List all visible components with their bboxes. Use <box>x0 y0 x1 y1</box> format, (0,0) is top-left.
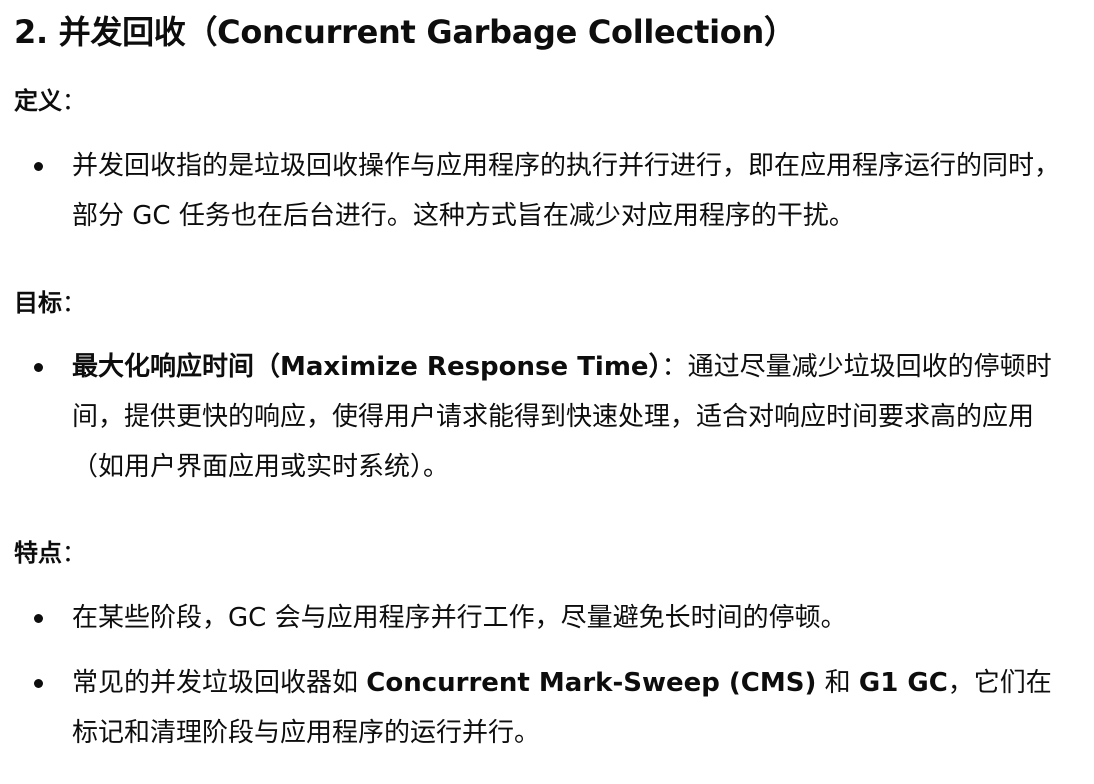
definition-list: 并发回收指的是垃圾回收操作与应用程序的执行并行进行，即在应用程序运行的同时，部分… <box>0 141 1094 241</box>
section-heading: 2. 并发回收（Concurrent Garbage Collection） <box>14 13 796 51</box>
feature-text-1: 在某些阶段，GC 会与应用程序并行工作，尽量避免长时间的停顿。 <box>72 603 847 633</box>
feature-g1-term: G1 GC <box>858 668 948 698</box>
definition-label: 定义： <box>14 83 86 119</box>
features-list: 在某些阶段，GC 会与应用程序并行工作，尽量避免长时间的停顿。 常见的并发垃圾回… <box>0 593 1094 758</box>
bullet-icon <box>34 679 43 688</box>
definition-text: 并发回收指的是垃圾回收操作与应用程序的执行并行进行，即在应用程序运行的同时，部分… <box>72 151 1061 231</box>
features-label: 特点： <box>14 535 86 571</box>
list-item: 并发回收指的是垃圾回收操作与应用程序的执行并行进行，即在应用程序运行的同时，部分… <box>0 141 1094 241</box>
bullet-icon <box>34 162 43 171</box>
feature-text-2-pre: 常见的并发垃圾回收器如 <box>72 668 367 698</box>
goal-label-colon: ： <box>62 289 86 317</box>
goal-label-text: 目标 <box>14 289 62 317</box>
feature-cms-term: Concurrent Mark-Sweep (CMS) <box>366 668 817 698</box>
list-item: 最大化响应时间（Maximize Response Time）：通过尽量减少垃圾… <box>0 342 1094 492</box>
features-label-text: 特点 <box>14 539 62 567</box>
goal-list: 最大化响应时间（Maximize Response Time）：通过尽量减少垃圾… <box>0 342 1094 492</box>
bullet-icon <box>34 363 43 372</box>
definition-label-text: 定义 <box>14 87 62 115</box>
feature-text-2-mid: 和 <box>816 668 859 698</box>
list-item: 在某些阶段，GC 会与应用程序并行工作，尽量避免长时间的停顿。 <box>0 593 1094 643</box>
goal-bold-term: 最大化响应时间（Maximize Response Time） <box>72 352 662 382</box>
definition-label-colon: ： <box>62 87 86 115</box>
goal-label: 目标： <box>14 285 86 321</box>
bullet-icon <box>34 614 43 623</box>
list-item: 常见的并发垃圾回收器如 Concurrent Mark-Sweep (CMS) … <box>0 658 1094 758</box>
document: 2. 并发回收（Concurrent Garbage Collection） 定… <box>0 0 1094 784</box>
features-label-colon: ： <box>62 539 86 567</box>
